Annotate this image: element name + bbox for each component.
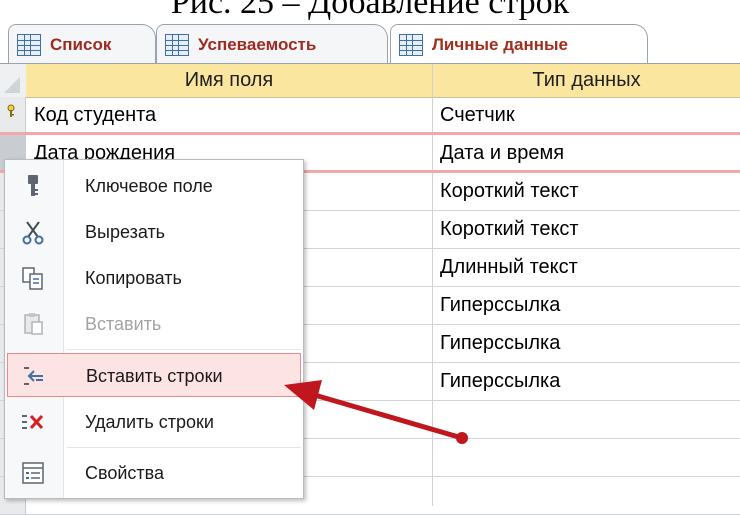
- tab-label: Успеваемость: [198, 34, 317, 54]
- menu-item-primary-key[interactable]: Ключевое поле: [5, 164, 303, 208]
- menu-item-label: Вырезать: [85, 222, 166, 242]
- data-type-cell[interactable]: [440, 477, 740, 514]
- header-field-name[interactable]: Имя поля: [26, 64, 432, 97]
- figure-caption: Рис. 25 – Добавление строк: [170, 0, 570, 21]
- data-type-cell[interactable]: Гиперссылка: [440, 287, 740, 324]
- data-type-cell[interactable]: Длинный текст: [440, 249, 740, 286]
- tab-label: Личные данные: [432, 35, 568, 54]
- menu-item-label: Копировать: [85, 268, 182, 288]
- object-tabs: Список Успеваемость Личные данные: [0, 20, 740, 65]
- data-type-cell[interactable]: [440, 439, 740, 476]
- tab-lichnye-dannye[interactable]: Личные данные: [390, 24, 648, 65]
- column-divider[interactable]: [432, 64, 433, 506]
- menu-item-properties[interactable]: Свойства: [5, 451, 303, 495]
- table-icon: [17, 33, 41, 56]
- paste-icon: [24, 313, 43, 335]
- copy-icon: [22, 267, 43, 290]
- scissors-icon: [22, 221, 44, 245]
- properties-icon: [22, 462, 44, 484]
- row-selection-marker-top: [0, 132, 740, 135]
- tab-uspevaemost[interactable]: Успеваемость: [156, 24, 388, 64]
- menu-item-label: Ключевое поле: [85, 176, 213, 196]
- table-icon: [165, 33, 189, 56]
- menu-item-copy[interactable]: Копировать: [5, 256, 303, 300]
- menu-separator: [67, 349, 301, 350]
- menu-item-label: Свойства: [85, 463, 165, 483]
- menu-item-cut[interactable]: Вырезать: [5, 210, 303, 254]
- header-data-type[interactable]: Тип данных: [433, 64, 740, 97]
- row-selector[interactable]: [0, 97, 26, 134]
- grid-header-row: Имя поля Тип данных: [0, 64, 740, 98]
- primary-key-icon: [7, 104, 15, 117]
- menu-separator: [67, 447, 301, 448]
- tab-label: Список: [50, 34, 112, 54]
- menu-item-insert-rows[interactable]: Вставить строки: [7, 353, 301, 397]
- menu-item-label: Вставить: [85, 314, 162, 334]
- data-type-cell[interactable]: Дата и время: [440, 135, 740, 172]
- delete-rows-icon: [22, 414, 44, 430]
- data-type-cell[interactable]: Короткий текст: [440, 173, 740, 210]
- context-menu: Ключевое поле Вырезать Копировать Встави…: [4, 159, 304, 499]
- table-icon: [399, 34, 423, 56]
- menu-item-label: Вставить строки: [86, 366, 223, 386]
- insert-rows-icon: [24, 367, 43, 385]
- tab-spisok[interactable]: Список: [8, 24, 156, 64]
- menu-item-delete-rows[interactable]: Удалить строки: [5, 400, 303, 444]
- data-type-cell[interactable]: Счетчик: [440, 97, 740, 134]
- key-icon: [28, 175, 38, 196]
- menu-item-label: Удалить строки: [85, 412, 214, 432]
- data-type-cell[interactable]: Гиперссылка: [440, 363, 740, 400]
- field-name-cell[interactable]: Код студента: [34, 97, 424, 134]
- menu-item-paste[interactable]: Вставить: [5, 302, 303, 346]
- data-type-cell[interactable]: Короткий текст: [440, 211, 740, 248]
- data-type-cell[interactable]: Гиперссылка: [440, 325, 740, 362]
- table-row[interactable]: Код студента Счетчик: [0, 97, 740, 135]
- data-type-cell[interactable]: [440, 401, 740, 438]
- select-all-corner[interactable]: [0, 64, 26, 97]
